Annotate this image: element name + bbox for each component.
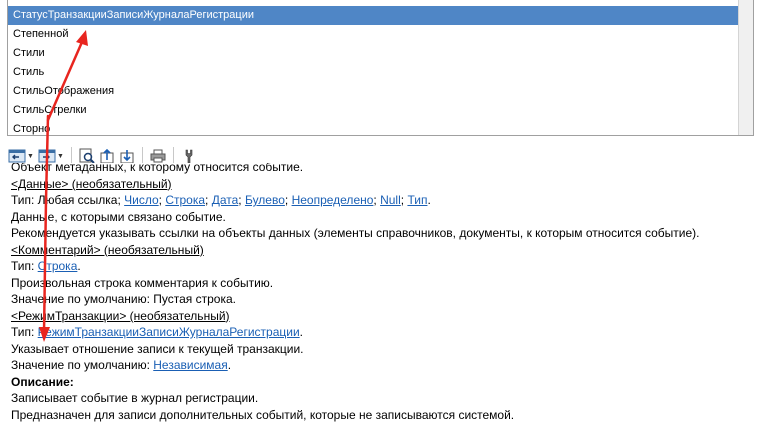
param-data-recommendation: Рекомендуется указывать ссылки на объект… bbox=[11, 226, 700, 240]
list-item-label: Степенной bbox=[13, 28, 69, 40]
param-data-type: Тип: Любая ссылка; Число; Строка; Дата; … bbox=[11, 193, 431, 207]
type-link[interactable]: Тип bbox=[407, 193, 427, 207]
list-item-label: Сторно bbox=[13, 123, 51, 135]
type-link[interactable]: Дата bbox=[212, 193, 239, 207]
list-scrollbar[interactable] bbox=[738, 0, 753, 135]
description-line-1: Записывает событие в журнал регистрации. bbox=[11, 391, 259, 405]
back-icon bbox=[8, 149, 26, 163]
type-prefix: Тип: Любая ссылка; bbox=[11, 193, 125, 207]
forward-icon bbox=[38, 149, 56, 163]
download-icon bbox=[120, 150, 134, 164]
type-link[interactable]: Null bbox=[380, 193, 401, 207]
upload-icon bbox=[100, 148, 114, 164]
param-comment-default: Значение по умолчанию: Пустая строка. bbox=[11, 292, 236, 306]
list-item-label: Стиль bbox=[13, 66, 45, 78]
list-item[interactable]: Стили bbox=[8, 44, 753, 63]
description-heading: Описание: bbox=[11, 374, 74, 389]
type-list[interactable]: СтатусСообщенияСтатусТранзакцииЗаписиЖур… bbox=[7, 0, 754, 136]
type-prefix: Тип: bbox=[11, 259, 38, 273]
list-item-label: Стили bbox=[13, 47, 45, 59]
list-item[interactable]: Сторно bbox=[8, 120, 753, 135]
list-item-label: СтатусТранзакцииЗаписиЖурналаРегистрации bbox=[13, 9, 255, 21]
param-comment-heading: <Комментарий> (необязательный) bbox=[11, 242, 204, 257]
list-item[interactable]: СтатусТранзакцииЗаписиЖурналаРегистрации bbox=[8, 6, 753, 25]
list-item[interactable]: СтильСтрелки bbox=[8, 101, 753, 120]
param-comment-desc: Произвольная строка комментария к событи… bbox=[11, 275, 274, 290]
print-icon bbox=[150, 149, 166, 163]
list-item[interactable]: Степенной bbox=[8, 25, 753, 44]
param-mode-desc: Указывает отношение записи к текущей тра… bbox=[11, 341, 304, 356]
type-link[interactable]: Булево bbox=[245, 193, 285, 207]
type-link-transaction-mode[interactable]: РежимТранзакцииЗаписиЖурналаРегистрации bbox=[38, 325, 300, 339]
type-link-string[interactable]: Строка bbox=[38, 259, 78, 273]
param-data-desc: Данные, с которыми связано событие. bbox=[11, 209, 226, 224]
param-data-heading: <Данные> (необязательный) bbox=[11, 176, 172, 191]
type-link[interactable]: Строка bbox=[165, 193, 205, 207]
list-item[interactable]: Стиль bbox=[8, 63, 753, 82]
default-link-independent[interactable]: Независимая bbox=[153, 358, 227, 372]
description-line-2: Предназначен для записи дополнительных с… bbox=[11, 407, 515, 422]
param-mode-type: Тип: РежимТранзакцииЗаписиЖурналаРегистр… bbox=[11, 325, 303, 339]
list-item-label: СтильОтображения bbox=[13, 85, 115, 97]
list-item-label: СтильСтрелки bbox=[13, 104, 87, 116]
param-mode-default: Значение по умолчанию: Независимая. bbox=[11, 358, 232, 372]
search-icon bbox=[79, 148, 95, 164]
type-link[interactable]: Неопределено bbox=[292, 193, 374, 207]
help-content: Объект метаданных, к которому относится … bbox=[7, 163, 764, 426]
default-prefix: Значение по умолчанию: bbox=[11, 358, 154, 372]
param-comment-type: Тип: Строка. bbox=[11, 259, 81, 273]
type-prefix: Тип: bbox=[11, 325, 38, 339]
param-mode-heading: <РежимТранзакции> (необязательный) bbox=[11, 308, 230, 323]
settings-icon bbox=[185, 149, 193, 164]
list-item[interactable]: СтильОтображения bbox=[8, 82, 753, 101]
help-line-metadata: Объект метаданных, к которому относится … bbox=[11, 163, 304, 174]
type-link[interactable]: Число bbox=[124, 193, 159, 207]
